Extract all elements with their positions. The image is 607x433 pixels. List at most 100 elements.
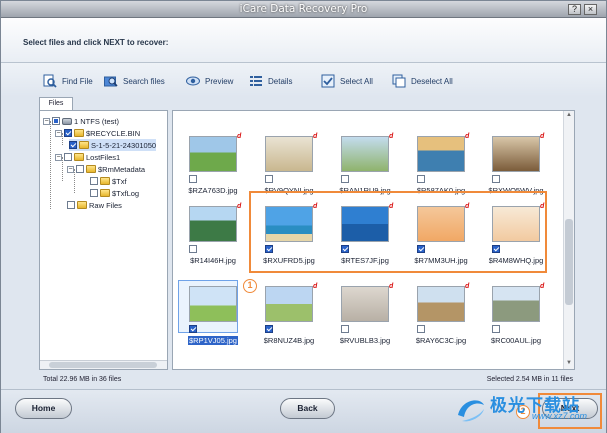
tree-item-label: $Txf <box>112 176 127 186</box>
preview-button[interactable]: Preview <box>186 73 233 89</box>
scroll-down-arrow[interactable]: ▼ <box>566 360 572 366</box>
tree-checkbox[interactable] <box>90 177 98 185</box>
thumbnail-image[interactable] <box>341 286 389 322</box>
find-file-label: Find File <box>62 76 93 86</box>
tree-item-recycle-bin[interactable]: − $RECYCLE.BIN <box>55 127 140 139</box>
collapse-toggle[interactable]: − <box>67 165 74 173</box>
collapse-toggle[interactable]: − <box>55 129 62 137</box>
select-all-button[interactable]: Select All <box>321 73 373 89</box>
deselect-all-label: Deselect All <box>411 76 453 86</box>
tree-item-raw-files[interactable]: Raw Files <box>67 199 122 211</box>
details-button[interactable]: Details <box>249 73 292 89</box>
tree-item-label: Raw Files <box>89 200 122 210</box>
file-name-text: $RVUBLB3.jpg <box>339 336 391 345</box>
scroll-up-arrow[interactable]: ▲ <box>566 112 572 118</box>
file-thumbnail[interactable]: $RP1VJ05.jpg <box>178 280 247 352</box>
thumbnail-image[interactable] <box>265 286 313 322</box>
file-name: $R8NUZ4B.jpg <box>255 336 323 345</box>
search-files-button[interactable]: Search files <box>104 73 165 89</box>
select-all-icon <box>321 74 335 88</box>
home-button[interactable]: Home <box>15 398 72 419</box>
file-checkbox[interactable] <box>265 325 273 333</box>
details-label: Details <box>268 76 293 86</box>
file-checkbox[interactable] <box>341 175 349 183</box>
selection-highlight-box <box>249 191 547 273</box>
close-button[interactable]: × <box>584 4 597 15</box>
total-status: Total 22.96 MB in 36 files <box>43 376 122 383</box>
folder-icon <box>79 141 89 149</box>
tree-checkbox[interactable] <box>52 117 60 125</box>
file-thumbnail[interactable]: d $RAY6C3C.jpg <box>407 283 475 352</box>
help-button[interactable]: ? <box>568 4 581 15</box>
deleted-marker: d <box>540 133 545 140</box>
file-checkbox[interactable] <box>492 175 500 183</box>
file-checkbox[interactable] <box>492 325 500 333</box>
file-checkbox[interactable] <box>417 175 425 183</box>
folder-icon <box>100 177 110 185</box>
file-name-text: $RP1VJ05.jpg <box>188 336 238 345</box>
thumbnail-image[interactable] <box>492 136 540 172</box>
tree-checkbox[interactable] <box>69 141 77 149</box>
scrollbar-thumb[interactable] <box>49 362 157 368</box>
status-bar: Total 22.96 MB in 36 files Selected 2.54… <box>39 374 575 386</box>
search-files-label: Search files <box>123 76 165 86</box>
scrollbar-thumb[interactable] <box>565 219 573 305</box>
deleted-marker: d <box>313 283 318 290</box>
thumbnail-grid: ▲ ▼ d $RZA763D.jpg d $RV9QYNI.jpg d $RAN1RU9.… <box>172 110 575 370</box>
file-thumbnail[interactable]: d $RVUBLB3.jpg <box>331 283 399 352</box>
thumbnail-image[interactable] <box>189 136 237 172</box>
drive-icon <box>62 117 72 125</box>
file-checkbox[interactable] <box>189 245 197 253</box>
tab-files[interactable]: Files <box>39 97 73 110</box>
collapse-toggle[interactable]: − <box>55 153 62 161</box>
tree-checkbox[interactable] <box>76 165 84 173</box>
file-thumbnail[interactable]: d $R8NUZ4B.jpg <box>255 283 323 352</box>
back-button[interactable]: Back <box>280 398 335 419</box>
file-checkbox[interactable] <box>189 175 197 183</box>
thumbnail-image[interactable] <box>189 206 237 242</box>
thumbnail-image[interactable] <box>341 136 389 172</box>
file-checkbox[interactable] <box>265 175 273 183</box>
tree-horizontal-scrollbar[interactable] <box>40 360 167 369</box>
deleted-marker: d <box>389 133 394 140</box>
tree-item-root[interactable]: − 1 NTFS (test) <box>43 115 119 127</box>
list-icon <box>250 76 262 86</box>
folder-icon <box>100 189 110 197</box>
thumbnail-image[interactable] <box>417 136 465 172</box>
thumbnail-image[interactable] <box>189 286 237 322</box>
file-thumbnail[interactable]: d $RZA763D.jpg <box>179 133 247 202</box>
tree-item-txf[interactable]: $Txf <box>90 175 127 187</box>
grid-vertical-scrollbar[interactable]: ▲ ▼ <box>563 111 574 369</box>
header: Select files and click NEXT to recover: <box>1 18 606 63</box>
folder-icon <box>74 153 84 161</box>
file-checkbox[interactable] <box>341 325 349 333</box>
tree-item-label: $TxfLog <box>112 188 140 198</box>
thumbnail-image[interactable] <box>492 286 540 322</box>
file-thumbnail[interactable]: d $R14I46H.jpg <box>179 203 247 272</box>
watermark: 极光下载站 www.xz7.com <box>454 391 602 431</box>
preview-label: Preview <box>205 76 234 86</box>
file-checkbox[interactable] <box>417 325 425 333</box>
tree-checkbox[interactable] <box>67 201 75 209</box>
app-window: iCare Data Recovery Pro ? × Select files… <box>0 0 607 433</box>
file-thumbnail[interactable]: d $RC00AUL.jpg <box>482 283 550 352</box>
eye-icon <box>186 76 200 86</box>
collapse-toggle[interactable]: − <box>43 117 50 125</box>
folder-icon <box>86 165 96 173</box>
tree-checkbox[interactable] <box>64 129 72 137</box>
deselect-all-button[interactable]: Deselect All <box>392 73 453 89</box>
tree-item-rmmetadata[interactable]: − $RmMetadata <box>67 163 145 175</box>
file-checkbox[interactable] <box>189 325 197 333</box>
file-name: $RP1VJ05.jpg <box>179 336 247 345</box>
find-file-icon <box>43 74 57 88</box>
tree-item-txflog[interactable]: $TxfLog <box>90 187 139 199</box>
thumbnail-image[interactable] <box>265 136 313 172</box>
find-file-button[interactable]: Find File <box>43 73 93 89</box>
step-badge-1: 1 <box>243 279 257 293</box>
watermark-logo <box>458 400 484 422</box>
thumbnail-image[interactable] <box>417 286 465 322</box>
tree-checkbox[interactable] <box>64 153 72 161</box>
tree-item-sid[interactable]: S-1-5-21-24301050 <box>69 139 157 151</box>
tree-item-lostfiles[interactable]: − LostFiles1 <box>55 151 120 163</box>
tree-checkbox[interactable] <box>90 189 98 197</box>
